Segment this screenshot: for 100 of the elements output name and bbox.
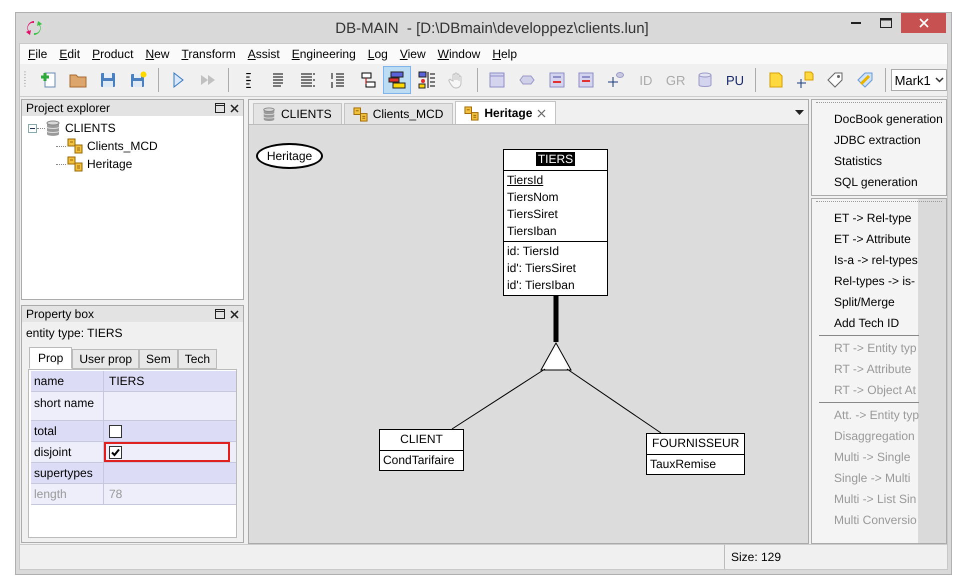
close-button[interactable] bbox=[901, 13, 946, 33]
database-icon bbox=[262, 106, 276, 122]
menu-item[interactable]: Log bbox=[364, 47, 396, 61]
identifier-text: id': TiersIban bbox=[507, 277, 575, 294]
property-name: short name bbox=[31, 392, 104, 420]
tag-icon bbox=[826, 71, 844, 89]
status-text: Size: 129 bbox=[730, 549, 782, 566]
document-tab[interactable]: Heritage bbox=[455, 101, 556, 124]
tool-item[interactable]: ET -> Attribute bbox=[834, 229, 911, 250]
note-icon bbox=[766, 71, 785, 89]
lines-icon bbox=[299, 71, 318, 89]
restore-icon[interactable] bbox=[215, 103, 225, 113]
tool-item[interactable]: SQL generation bbox=[834, 172, 918, 193]
schema-icon bbox=[67, 156, 83, 172]
entity-name: FOURNISSEUR bbox=[651, 436, 740, 450]
new-file-icon bbox=[40, 71, 58, 89]
entity-icon bbox=[488, 71, 506, 89]
tool-item[interactable]: Split/Merge bbox=[834, 292, 895, 313]
save-icon bbox=[99, 71, 118, 89]
attribute-icon bbox=[577, 71, 596, 89]
is-a-triangle bbox=[540, 342, 572, 370]
tree-item[interactable]: Heritage bbox=[87, 157, 132, 171]
property-value: TIERS bbox=[109, 374, 144, 388]
restore-icon[interactable] bbox=[215, 309, 225, 319]
checkbox[interactable] bbox=[109, 424, 122, 438]
checkbox[interactable] bbox=[109, 446, 122, 458]
toolbar-button[interactable]: PU bbox=[721, 66, 749, 94]
entity-name: TIERS bbox=[536, 152, 576, 166]
logo-icon bbox=[25, 19, 43, 37]
dropdown-icon[interactable] bbox=[795, 110, 804, 116]
menu-item[interactable]: Assist bbox=[244, 47, 288, 61]
entity-name: CLIENT bbox=[399, 432, 444, 446]
tool-item[interactable]: Statistics bbox=[834, 151, 882, 172]
attribute-name: CondTarifaire bbox=[383, 452, 454, 469]
attribute-name: TiersId bbox=[507, 172, 544, 189]
window-title: DB-MAIN - [D:\DBmain\developpez\clients.lun] bbox=[334, 20, 650, 36]
tool-item[interactable]: Rel-types -> is- bbox=[834, 271, 916, 292]
tab[interactable]: Prop bbox=[29, 347, 72, 369]
boxes-icon bbox=[418, 71, 436, 89]
menu-item[interactable]: Edit bbox=[55, 47, 88, 61]
attribute-name: TauxRemise bbox=[650, 456, 716, 473]
menu-item[interactable]: File bbox=[24, 47, 56, 61]
schema-icon bbox=[352, 106, 368, 122]
property-name: total bbox=[31, 421, 104, 441]
panel-title: Project explorer bbox=[26, 101, 110, 115]
close-icon bbox=[918, 18, 928, 28]
identifier-text: id: TiersId bbox=[507, 243, 560, 260]
lines-icon bbox=[245, 72, 252, 88]
property-value-cell[interactable] bbox=[104, 442, 230, 462]
identifier-text: id': TiersSiret bbox=[507, 260, 576, 277]
database-icon bbox=[45, 120, 61, 136]
menu-item[interactable]: New bbox=[141, 47, 178, 61]
note-point-icon bbox=[796, 71, 814, 89]
menu-item[interactable]: Engineering bbox=[288, 47, 364, 61]
tool-item[interactable]: Is-a -> rel-types bbox=[834, 250, 918, 271]
menu-item[interactable]: Help bbox=[488, 47, 525, 61]
minimize-icon bbox=[851, 22, 861, 24]
tag-icon bbox=[856, 71, 874, 89]
cylinder-icon bbox=[696, 71, 714, 89]
document-tab[interactable]: CLIENTS bbox=[253, 103, 342, 124]
property-name: length bbox=[31, 484, 104, 504]
document-tab[interactable]: Clients_MCD bbox=[344, 103, 454, 124]
property-value: 78 bbox=[109, 487, 122, 501]
tab[interactable]: User prop bbox=[72, 349, 140, 369]
tool-item[interactable]: Add Tech ID bbox=[834, 313, 900, 334]
property-name: name bbox=[31, 371, 104, 391]
tab[interactable]: Tech bbox=[178, 349, 218, 369]
attribute-name: TiersSiret bbox=[507, 206, 558, 223]
save-as-icon bbox=[128, 71, 147, 89]
maximize-icon bbox=[880, 18, 892, 28]
object-label: entity type: TIERS bbox=[26, 326, 124, 342]
property-value-cell[interactable]: TIERS bbox=[104, 371, 230, 391]
menu-item[interactable]: Product bbox=[88, 47, 142, 61]
boxes-icon bbox=[388, 71, 406, 89]
tab[interactable]: Sem bbox=[139, 349, 178, 369]
panel-title: Property box bbox=[26, 307, 94, 321]
collapse-icon[interactable] bbox=[28, 124, 37, 132]
menu-item[interactable]: View bbox=[396, 47, 434, 61]
sorted-lines-icon bbox=[328, 71, 347, 89]
tool-item[interactable]: DocBook generation bbox=[834, 109, 943, 130]
tool-item[interactable]: ET -> Rel-type bbox=[834, 208, 912, 229]
schema-icon bbox=[464, 106, 480, 120]
property-name: supertypes bbox=[31, 463, 104, 483]
schema-icon bbox=[67, 138, 83, 154]
close-icon[interactable] bbox=[537, 108, 546, 118]
mark-select[interactable]: Mark1 bbox=[890, 69, 948, 91]
attribute-icon bbox=[548, 71, 566, 89]
attribute-name: TiersNom bbox=[507, 189, 559, 206]
schema-label: Heritage bbox=[256, 143, 323, 169]
point-icon bbox=[607, 71, 626, 89]
close-icon[interactable] bbox=[230, 104, 239, 112]
tool-item[interactable]: JDBC extraction bbox=[834, 130, 921, 151]
close-icon[interactable] bbox=[230, 310, 239, 318]
property-name: disjoint bbox=[31, 442, 104, 462]
menu-item[interactable]: Window bbox=[434, 47, 488, 61]
menu-item[interactable]: Transform bbox=[177, 47, 244, 61]
toolbar-button[interactable] bbox=[383, 66, 412, 94]
tree-item[interactable]: Clients_MCD bbox=[87, 139, 158, 153]
attribute-name: TiersIban bbox=[507, 223, 557, 240]
tree-item[interactable]: CLIENTS bbox=[65, 121, 116, 135]
